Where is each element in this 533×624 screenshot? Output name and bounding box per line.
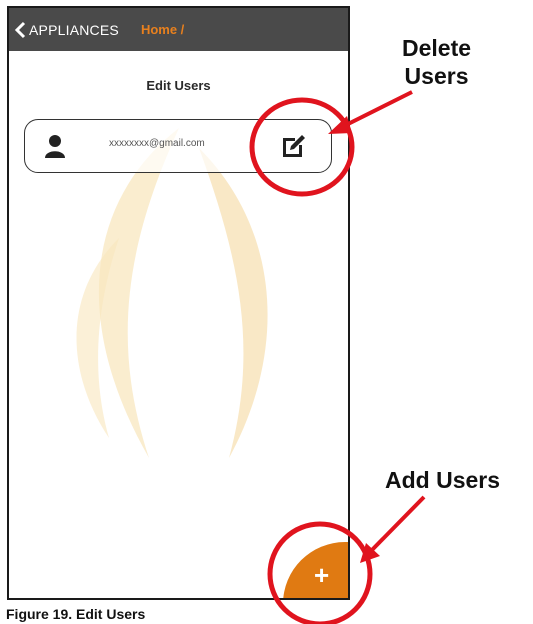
add-highlight-circle — [267, 521, 373, 624]
add-arrow — [368, 495, 426, 554]
delete-arrow — [339, 90, 413, 130]
figure-caption: Figure 19. Edit Users — [6, 606, 146, 622]
add-users-label: Add Users — [385, 467, 501, 493]
delete-users-label: Delete Users — [402, 35, 472, 89]
delete-highlight-circle — [249, 97, 355, 197]
annotation-overlay — [249, 90, 426, 624]
